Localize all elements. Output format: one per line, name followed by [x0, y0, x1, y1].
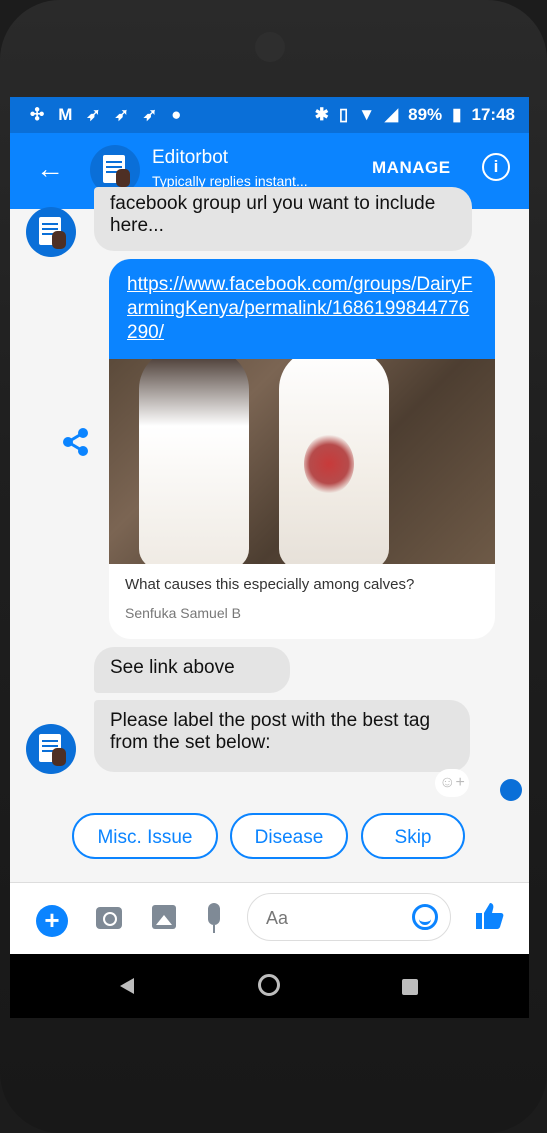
emoji-icon[interactable]	[412, 904, 438, 930]
share-icon[interactable]	[62, 427, 90, 457]
notif-icon: ➶	[86, 105, 101, 124]
front-camera	[255, 32, 285, 62]
message-bubble: See link above	[94, 647, 290, 693]
messenger-screen: ✣ M ➶ ➶ ➶ ● ✱ ▯ ▼ ◢ 89% ▮ 17:48 ← Editor…	[10, 97, 529, 954]
quick-reply-misc-issue[interactable]: Misc. Issue	[72, 813, 218, 859]
post-title: What causes this especially among calves…	[125, 576, 415, 593]
hand-icon	[52, 231, 66, 249]
phone-frame: ✣ M ➶ ➶ ➶ ● ✱ ▯ ▼ ◢ 89% ▮ 17:48 ← Editor…	[0, 0, 547, 1133]
message-input[interactable]: Aa	[247, 893, 451, 941]
notif-icon: ➶	[114, 105, 129, 124]
info-icon[interactable]: i	[482, 153, 510, 181]
message-text: Please label the post with the best tag …	[110, 710, 431, 753]
notif-icon: ✣	[30, 105, 45, 124]
battery-level: 89%	[408, 105, 443, 124]
link-details: What causes this especially among calves…	[109, 564, 495, 633]
camera-icon[interactable]	[96, 907, 122, 929]
signal-icon: ◢	[385, 105, 399, 124]
back-arrow-icon[interactable]: ←	[36, 153, 64, 185]
clock: 17:48	[471, 105, 515, 124]
message-text: facebook group url you want to include h…	[110, 193, 436, 236]
seen-indicator-avatar	[500, 779, 522, 801]
message-text: See link above	[110, 657, 235, 678]
bot-avatar	[26, 724, 76, 774]
wound	[304, 434, 354, 494]
link-preview-card[interactable]: https://www.facebook.com/groups/DairyFar…	[109, 259, 495, 639]
manage-button[interactable]: MANAGE	[372, 158, 451, 178]
hand-icon	[52, 748, 66, 766]
message-placeholder: Aa	[266, 908, 289, 928]
reaction-button[interactable]: ☺+	[435, 769, 469, 797]
android-nav-bar	[10, 954, 529, 1018]
status-bar: ✣ M ➶ ➶ ➶ ● ✱ ▯ ▼ ◢ 89% ▮ 17:48	[10, 97, 529, 133]
wifi-icon: ▼	[358, 105, 376, 124]
notif-icon: ➶	[142, 105, 158, 124]
hand-icon	[116, 169, 130, 187]
notif-icon: ●	[171, 105, 182, 124]
message-bubble: Please label the post with the best tag …	[94, 700, 470, 772]
vibrate-icon: ▯	[338, 105, 349, 124]
plus-icon[interactable]: +	[36, 905, 68, 937]
battery-icon: ▮	[452, 105, 462, 124]
link-bubble: https://www.facebook.com/groups/DairyFar…	[109, 259, 495, 359]
nav-recents-icon[interactable]	[402, 979, 418, 995]
composer-bar: + Aa	[10, 882, 529, 954]
post-image[interactable]	[109, 359, 495, 564]
notif-icon: M	[58, 105, 73, 124]
notification-icons: ✣ M ➶ ➶ ➶ ●	[30, 105, 181, 125]
bot-avatar	[26, 207, 76, 257]
message-bubble: facebook group url you want to include h…	[94, 187, 472, 251]
quick-reply-skip[interactable]: Skip	[361, 813, 465, 859]
like-icon[interactable]	[474, 901, 504, 938]
calf-leg	[139, 359, 249, 564]
system-icons: ✱ ▯ ▼ ◢ 89% ▮ 17:48	[315, 105, 515, 125]
mic-icon[interactable]	[208, 903, 220, 933]
post-link[interactable]: https://www.facebook.com/groups/DairyFar…	[127, 274, 472, 343]
quick-reply-disease[interactable]: Disease	[230, 813, 348, 859]
gallery-icon[interactable]	[152, 905, 176, 929]
nav-home-icon[interactable]	[258, 974, 280, 996]
nav-back-icon[interactable]	[120, 978, 134, 994]
post-author: Senfuka Samuel B	[125, 605, 241, 621]
contact-name[interactable]: Editorbot	[152, 147, 228, 169]
bluetooth-icon: ✱	[314, 105, 329, 124]
